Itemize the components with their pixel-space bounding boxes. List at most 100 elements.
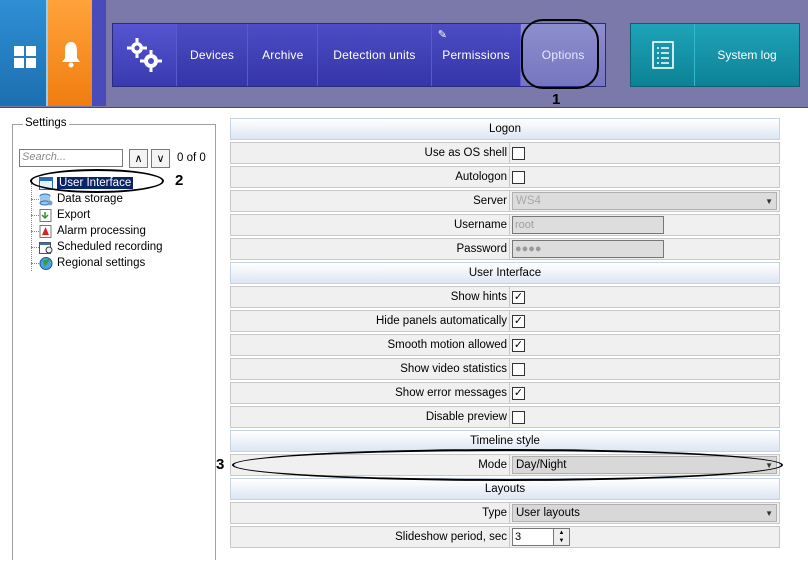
pencil-icon: ✎ <box>437 29 448 41</box>
settings-gear-button[interactable] <box>113 24 177 86</box>
show-hints-checkbox[interactable]: ✓ <box>512 290 525 304</box>
row-show-video-statistics: Show video statistics <box>230 358 780 380</box>
top-toolbar: Devices Archive Detection units ✎ Permis… <box>0 0 808 108</box>
window-icon <box>39 176 53 190</box>
password-field[interactable]: ●●●● <box>512 240 664 258</box>
section-logon: Logon <box>230 118 780 140</box>
property-grid: Logon Use as OS shell Autologon Server W… <box>230 118 780 550</box>
type-select[interactable]: User layouts ▼ <box>512 504 777 522</box>
tile-divider <box>92 0 106 106</box>
callout-number-2: 2 <box>175 172 184 189</box>
stepper-up-icon[interactable]: ▲ <box>559 530 565 536</box>
dropdown-arrow-icon: ▼ <box>765 508 773 518</box>
row-label: Disable preview <box>231 407 510 427</box>
slideshow-period-value[interactable]: 3 <box>512 528 554 546</box>
tree-item-label: User Interface <box>55 176 135 190</box>
row-autologon: Autologon <box>230 166 780 188</box>
next-result-button[interactable]: ∨ <box>151 149 170 168</box>
previous-result-button[interactable]: ∧ <box>129 149 148 168</box>
tree-item-user-interface[interactable]: User Interface <box>27 175 213 191</box>
section-timeline-style: Timeline style <box>230 430 780 452</box>
row-type: Type User layouts ▼ <box>230 502 780 524</box>
dropdown-arrow-icon: ▼ <box>765 460 773 470</box>
tree-item-label: Scheduled recording <box>57 241 163 253</box>
tree-item-alarm-processing[interactable]: Alarm processing <box>27 223 213 239</box>
callout-number-1: 1 <box>552 91 561 108</box>
tree-item-data-storage[interactable]: Data storage <box>27 191 213 207</box>
server-select[interactable]: WS4 ▼ <box>512 192 777 210</box>
gears-icon <box>127 38 163 72</box>
row-label: Mode <box>231 455 510 475</box>
system-log-button[interactable]: System log <box>630 23 800 87</box>
mode-value: Day/Night <box>516 459 567 471</box>
bell-icon <box>61 40 81 70</box>
row-label: Smooth motion allowed <box>231 335 510 355</box>
row-label: Server <box>231 191 510 211</box>
row-label: Show hints <box>231 287 510 307</box>
nav-archive[interactable]: Archive <box>248 24 319 86</box>
tree-item-scheduled-recording[interactable]: Scheduled recording <box>27 239 213 255</box>
row-label: Username <box>231 215 510 235</box>
chevron-down-icon: ∨ <box>156 153 165 165</box>
row-label: Show video statistics <box>231 359 510 379</box>
search-input[interactable]: Search... <box>19 149 123 167</box>
nav-permissions[interactable]: ✎ Permissions <box>431 24 522 86</box>
row-label: Slideshow period, sec <box>231 527 510 547</box>
settings-title: Settings <box>23 117 69 129</box>
show-error-messages-checkbox[interactable]: ✓ <box>512 386 525 400</box>
row-label: Show error messages <box>231 383 510 403</box>
disable-preview-checkbox[interactable] <box>512 410 525 424</box>
row-username: Username root <box>230 214 780 236</box>
row-hide-panels: Hide panels automatically ✓ <box>230 310 780 332</box>
autologon-checkbox[interactable] <box>512 170 525 184</box>
row-show-error-messages: Show error messages ✓ <box>230 382 780 404</box>
section-user-interface: User Interface <box>230 262 780 284</box>
smooth-motion-checkbox[interactable]: ✓ <box>512 338 525 352</box>
settings-tree: User Interface Data storage Export Alarm… <box>27 175 213 271</box>
row-show-hints: Show hints ✓ <box>230 286 780 308</box>
row-use-as-os-shell: Use as OS shell <box>230 142 780 164</box>
tree-item-label: Alarm processing <box>57 225 146 237</box>
tree-item-regional-settings[interactable]: Regional settings <box>27 255 213 271</box>
slideshow-period-stepper[interactable]: 3 ▲ ▼ <box>512 528 570 546</box>
schedule-icon <box>39 241 53 254</box>
row-smooth-motion: Smooth motion allowed ✓ <box>230 334 780 356</box>
tree-item-label: Regional settings <box>57 257 146 269</box>
username-field[interactable]: root <box>512 216 664 234</box>
row-slideshow-period: Slideshow period, sec 3 ▲ ▼ <box>230 526 780 548</box>
settings-panel: Settings Search... ∧ ∨ 0 of 0 User Inter… <box>12 117 216 560</box>
mode-select[interactable]: Day/Night ▼ <box>512 456 777 474</box>
system-log-label: System log <box>717 48 777 62</box>
nav-options-label: Options <box>541 48 585 62</box>
database-icon <box>39 193 53 206</box>
stepper-down-icon[interactable]: ▼ <box>559 538 565 544</box>
dropdown-arrow-icon: ▼ <box>765 196 773 206</box>
row-disable-preview: Disable preview <box>230 406 780 428</box>
row-label: Type <box>231 503 510 523</box>
main-nav: Devices Archive Detection units ✎ Permis… <box>112 23 606 87</box>
row-label: Autologon <box>231 167 510 187</box>
nav-devices[interactable]: Devices <box>176 24 249 86</box>
row-password: Password ●●●● <box>230 238 780 260</box>
row-label: Use as OS shell <box>231 143 510 163</box>
nav-options[interactable]: Options <box>521 24 605 86</box>
tree-item-export[interactable]: Export <box>27 207 213 223</box>
checklist-icon <box>631 24 695 86</box>
show-video-statistics-checkbox[interactable] <box>512 362 525 376</box>
row-server: Server WS4 ▼ <box>230 190 780 212</box>
nav-archive-label: Archive <box>262 48 304 62</box>
export-icon <box>39 208 53 222</box>
stepper-buttons[interactable]: ▲ ▼ <box>554 528 570 546</box>
nav-detection-units[interactable]: Detection units <box>318 24 432 86</box>
nav-devices-label: Devices <box>190 48 235 62</box>
hide-panels-checkbox[interactable]: ✓ <box>512 314 525 328</box>
search-result-count: 0 of 0 <box>177 152 206 164</box>
alarm-icon <box>39 224 53 238</box>
windows-tile[interactable] <box>0 0 48 106</box>
windows-icon <box>14 46 36 68</box>
use-as-os-shell-checkbox[interactable] <box>512 146 525 160</box>
type-value: User layouts <box>516 507 580 519</box>
alarm-tile[interactable] <box>48 0 92 106</box>
callout-number-3: 3 <box>216 456 225 473</box>
tree-item-label: Export <box>57 209 91 221</box>
